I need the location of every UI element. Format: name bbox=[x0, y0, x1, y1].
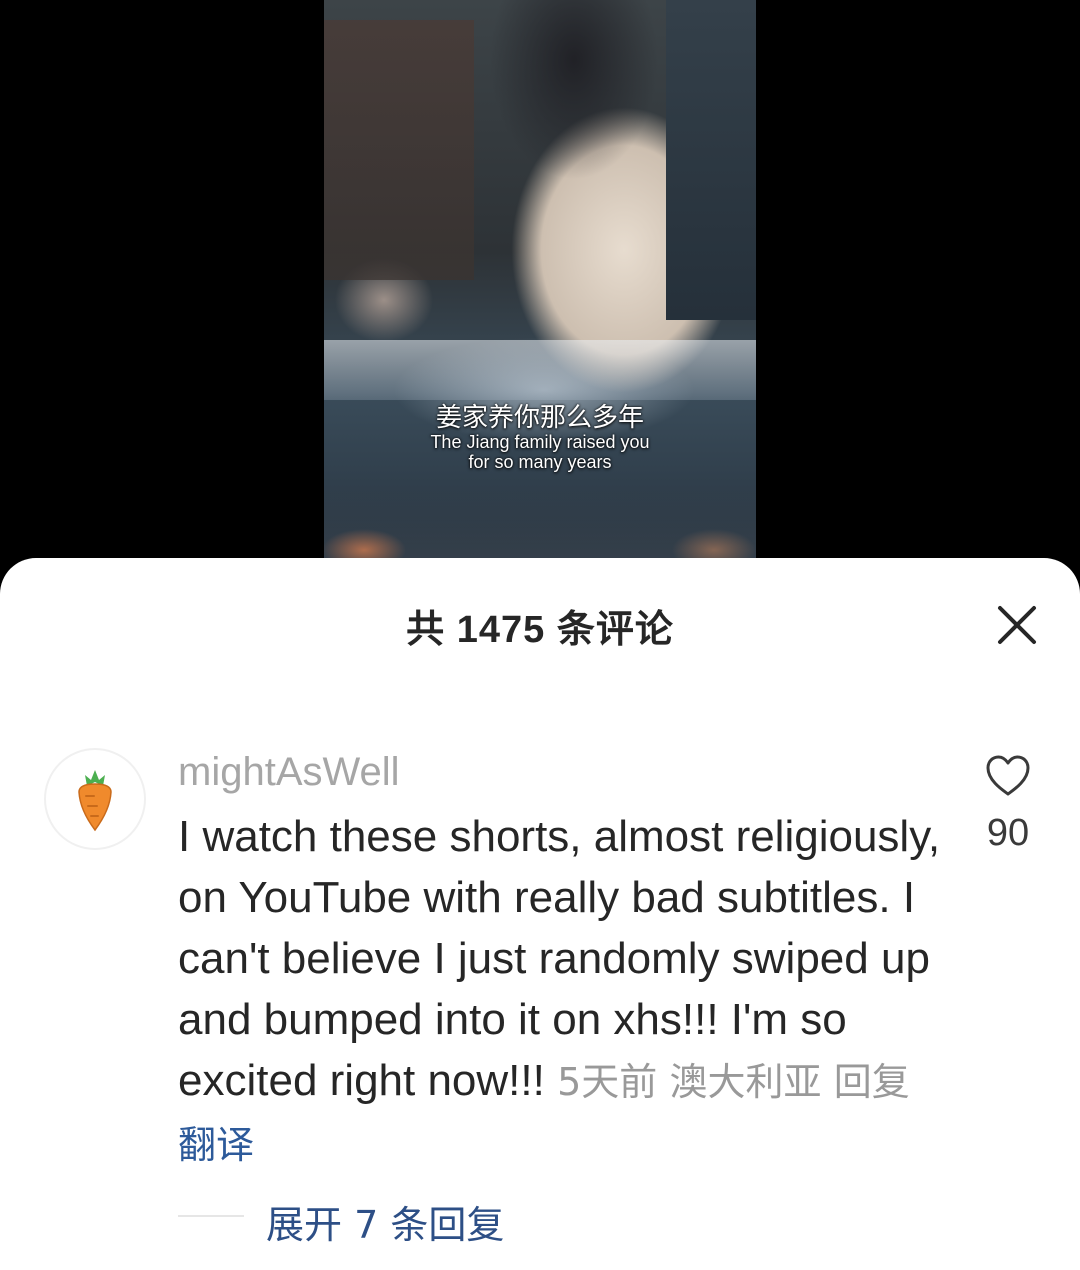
subtitle-english-line2: for so many years bbox=[468, 452, 612, 472]
carrot-avatar-icon bbox=[78, 770, 112, 832]
comment-location: 澳大利亚 bbox=[669, 1060, 822, 1104]
close-icon bbox=[998, 606, 1036, 644]
subtitle-english-line1: The Jiang family raised you bbox=[430, 432, 650, 452]
comments-count-title: 共 1475 条评论 bbox=[406, 609, 674, 651]
subtitle-english: The Jiang family raised you for so many … bbox=[324, 432, 756, 472]
divider-line bbox=[178, 1215, 244, 1217]
video-player[interactable]: 姜家养你那么多年 The Jiang family raised you for… bbox=[0, 0, 1080, 600]
avatar[interactable] bbox=[44, 748, 146, 850]
expand-replies-button[interactable]: 展开 7 条回复 bbox=[266, 1194, 504, 1249]
close-button[interactable] bbox=[992, 600, 1042, 650]
comment-time: 5天前 bbox=[557, 1060, 658, 1104]
translate-button[interactable]: 翻译 bbox=[178, 1123, 254, 1167]
like-count: 90 bbox=[986, 812, 1030, 854]
background-shelf bbox=[324, 20, 474, 280]
glass-table bbox=[324, 340, 756, 400]
comment-text-block: I watch these shorts, almost religiously… bbox=[178, 806, 948, 1176]
light-glow bbox=[324, 490, 756, 560]
comment-username[interactable]: mightAsWell bbox=[178, 750, 400, 795]
comments-sheet: 共 1475 条评论 mightAsWell I watch these sho… bbox=[0, 558, 1080, 1270]
reply-button[interactable]: 回复 bbox=[834, 1060, 910, 1104]
subtitle-chinese: 姜家养你那么多年 bbox=[435, 403, 644, 433]
video-frame[interactable]: 姜家养你那么多年 The Jiang family raised you for… bbox=[324, 0, 756, 560]
background-door bbox=[666, 0, 756, 320]
like-button[interactable] bbox=[984, 754, 1032, 798]
heart-icon bbox=[986, 755, 1030, 796]
